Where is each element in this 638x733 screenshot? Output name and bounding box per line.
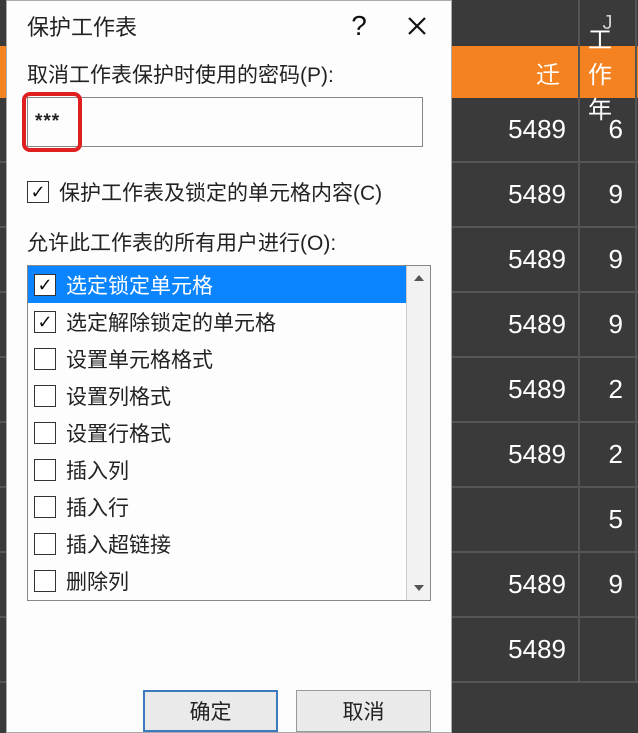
list-item-label: 设置单元格格式 xyxy=(66,344,213,374)
list-item-label: 设置列格式 xyxy=(66,381,171,411)
password-field-wrap: *** xyxy=(27,97,431,157)
chevron-down-icon xyxy=(414,585,424,591)
list-item[interactable]: 删除列 xyxy=(28,562,406,599)
list-item[interactable]: 删除行 xyxy=(28,599,406,600)
list-item[interactable]: 插入行 xyxy=(28,488,406,525)
list-item-label: 选定解除锁定的单元格 xyxy=(66,307,276,337)
cancel-button[interactable]: 取消 xyxy=(296,690,431,732)
protect-checkbox-row[interactable]: 保护工作表及锁定的单元格内容(C) xyxy=(27,177,431,207)
list-item[interactable]: 设置行格式 xyxy=(28,414,406,451)
dialog-title: 保护工作表 xyxy=(27,10,335,42)
chevron-up-icon xyxy=(414,275,424,281)
cell[interactable]: 6 xyxy=(580,98,637,161)
list-item-checkbox[interactable] xyxy=(34,311,56,333)
close-button[interactable] xyxy=(393,6,441,46)
password-label: 取消工作表保护时使用的密码(P): xyxy=(27,59,431,89)
cell[interactable] xyxy=(580,618,637,681)
cell[interactable]: 2 xyxy=(580,423,637,486)
permissions-listbox[interactable]: 选定锁定单元格选定解除锁定的单元格设置单元格格式设置列格式设置行格式插入列插入行… xyxy=(27,265,431,601)
cell[interactable]: 5 xyxy=(580,488,637,551)
close-icon xyxy=(407,16,427,36)
list-item[interactable]: 插入列 xyxy=(28,451,406,488)
cell[interactable]: 9 xyxy=(580,163,637,226)
password-input[interactable] xyxy=(27,97,423,147)
list-item-label: 选定锁定单元格 xyxy=(66,270,213,300)
list-item-checkbox[interactable] xyxy=(34,422,56,444)
list-item[interactable]: 设置列格式 xyxy=(28,377,406,414)
list-item-label: 插入行 xyxy=(66,492,129,522)
cell[interactable]: 9 xyxy=(580,293,637,356)
cell[interactable]: 2 xyxy=(580,358,637,421)
list-item[interactable]: 选定锁定单元格 xyxy=(28,266,406,303)
list-item-checkbox[interactable] xyxy=(34,348,56,370)
list-item-checkbox[interactable] xyxy=(34,533,56,555)
list-item-label: 插入列 xyxy=(66,455,129,485)
list-item-checkbox[interactable] xyxy=(34,459,56,481)
dialog-footer: 确定 取消 xyxy=(7,674,451,732)
scrollbar[interactable] xyxy=(406,266,430,600)
help-button[interactable]: ? xyxy=(335,6,383,46)
list-item[interactable]: 设置单元格格式 xyxy=(28,340,406,377)
scroll-up-icon[interactable] xyxy=(407,266,430,290)
cell[interactable]: 9 xyxy=(580,553,637,616)
list-item-label: 设置行格式 xyxy=(66,418,171,448)
cell[interactable]: 9 xyxy=(580,228,637,291)
password-highlight xyxy=(22,92,82,152)
list-item[interactable]: 插入超链接 xyxy=(28,525,406,562)
column-title-years[interactable]: 工作年 xyxy=(580,46,637,98)
list-item[interactable]: 选定解除锁定的单元格 xyxy=(28,303,406,340)
list-item-checkbox[interactable] xyxy=(34,385,56,407)
list-item-checkbox[interactable] xyxy=(34,570,56,592)
protect-checkbox-label: 保护工作表及锁定的单元格内容(C) xyxy=(59,177,382,207)
list-item-checkbox[interactable] xyxy=(34,274,56,296)
allow-label: 允许此工作表的所有用户进行(O): xyxy=(27,227,431,257)
protect-sheet-dialog: 保护工作表 ? 取消工作表保护时使用的密码(P): *** 保护工作表及锁定的单… xyxy=(6,0,452,733)
scroll-down-icon[interactable] xyxy=(407,576,430,600)
titlebar: 保护工作表 ? xyxy=(7,1,451,51)
list-item-checkbox[interactable] xyxy=(34,496,56,518)
ok-button[interactable]: 确定 xyxy=(143,690,278,732)
list-item-label: 插入超链接 xyxy=(66,529,171,559)
protect-checkbox[interactable] xyxy=(27,181,49,203)
list-item-label: 删除列 xyxy=(66,566,129,596)
